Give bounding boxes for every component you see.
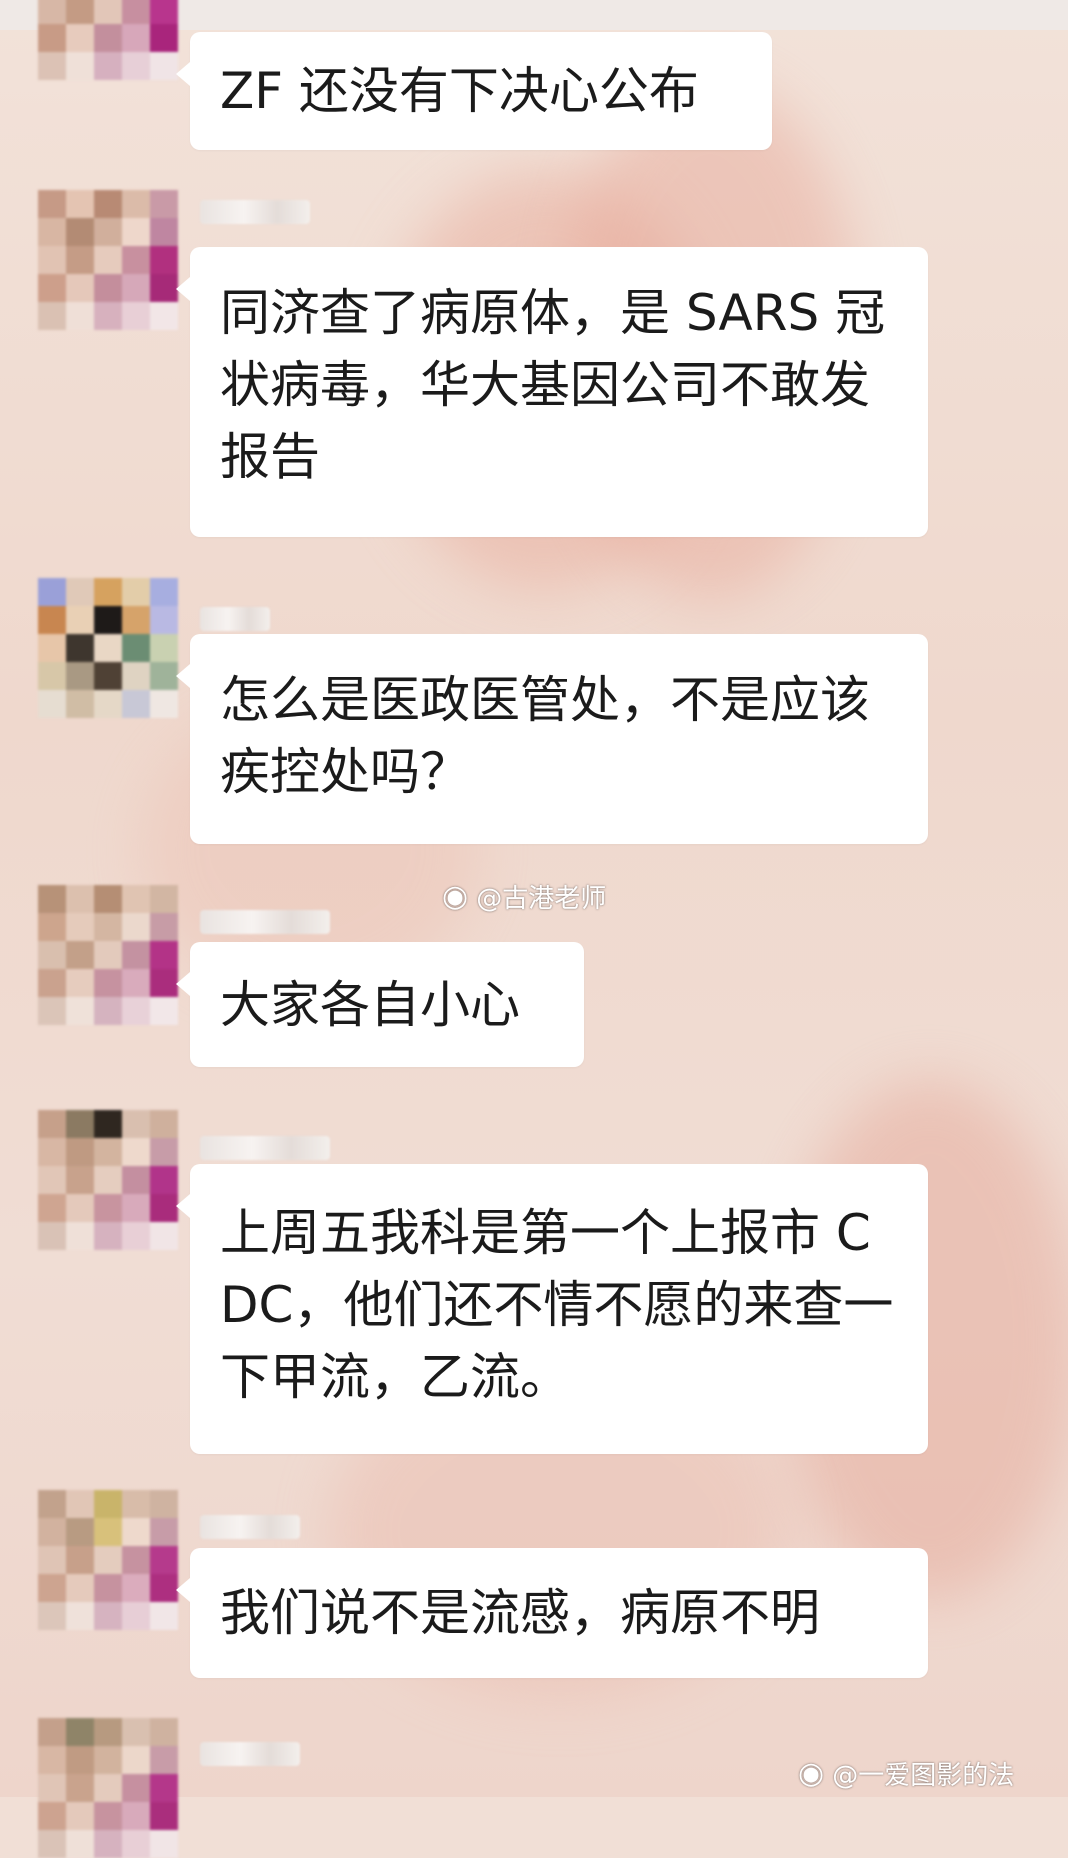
watermark: ◉ @一爱图影的法 <box>798 1755 1014 1792</box>
watermark-text: @古港老师 <box>476 884 607 914</box>
nickname-blurred <box>200 607 270 631</box>
avatar[interactable] <box>38 190 178 330</box>
message-text: 同济查了病原体，是 SARS 冠状病毒，华大基因公司不敢发报告 <box>220 284 886 486</box>
message-text: ZF 还没有下决心公布 <box>220 62 699 120</box>
message-bubble[interactable]: 大家各自小心 <box>176 942 584 1067</box>
avatar[interactable] <box>38 1490 178 1630</box>
weibo-icon: ◉ <box>442 879 469 914</box>
nickname-blurred <box>200 1515 300 1539</box>
message-bubble[interactable]: 上周五我科是第一个上报市 CDC，他们还不情不愿的来查一下甲流，乙流。 <box>176 1164 928 1454</box>
message-bubble[interactable]: ZF 还没有下决心公布 <box>176 32 772 150</box>
message-text: 我们说不是流感，病原不明 <box>220 1584 820 1642</box>
nickname-blurred <box>200 910 330 934</box>
avatar[interactable] <box>38 1718 178 1858</box>
nickname-blurred <box>200 1742 300 1766</box>
watermark-text: @一爱图影的法 <box>832 1761 1015 1791</box>
nickname-blurred <box>200 1136 330 1160</box>
message-bubble[interactable]: 同济查了病原体，是 SARS 冠状病毒，华大基因公司不敢发报告 <box>176 247 928 537</box>
watermark: ◉ @古港老师 <box>442 878 606 915</box>
weibo-icon: ◉ <box>798 1756 825 1791</box>
avatar[interactable] <box>38 0 178 80</box>
avatar[interactable] <box>38 885 178 1025</box>
message-text: 怎么是医政医管处，不是应该疾控处吗？ <box>220 671 870 801</box>
message-bubble[interactable]: 我们说不是流感，病原不明 <box>176 1548 928 1678</box>
message-bubble[interactable]: 怎么是医政医管处，不是应该疾控处吗？ <box>176 634 928 844</box>
message-text: 上周五我科是第一个上报市 CDC，他们还不情不愿的来查一下甲流，乙流。 <box>220 1204 894 1406</box>
avatar[interactable] <box>38 1110 178 1250</box>
avatar[interactable] <box>38 578 178 718</box>
nickname-blurred <box>200 200 310 224</box>
message-text: 大家各自小心 <box>220 976 520 1034</box>
